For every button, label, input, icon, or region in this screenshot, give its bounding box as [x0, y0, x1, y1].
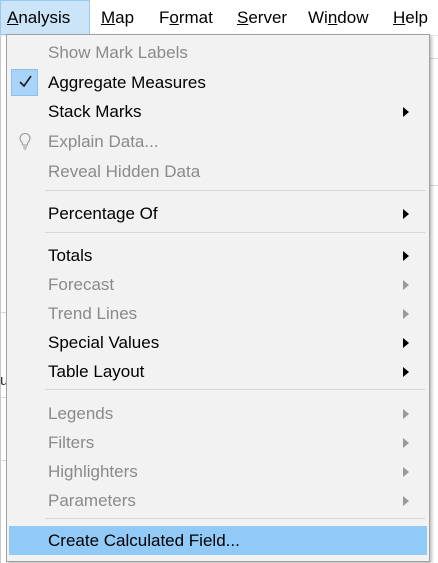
menu-item-label: Parameters — [48, 491, 136, 510]
menu-item-stack-marks[interactable]: Stack Marks — [7, 97, 429, 126]
menu-item-label: Highlighters — [48, 462, 138, 481]
menu-item-label: Filters — [48, 433, 95, 452]
submenu-arrow-icon — [403, 496, 409, 506]
submenu-arrow-icon — [403, 338, 409, 348]
menu-item-aggregate-measures[interactable]: Aggregate Measures — [7, 68, 429, 97]
menu-item-label: Stack Marks — [48, 102, 142, 121]
menu-item-percentage-of[interactable]: Percentage Of — [7, 199, 429, 228]
menu-item-highlighters[interactable]: Highlighters — [7, 457, 429, 486]
menu-item-legends[interactable]: Legends — [7, 399, 429, 428]
analysis-dropdown-menu: Show Mark Labels Aggregate Measures Stac… — [6, 34, 430, 562]
background-border — [0, 35, 1, 563]
menu-item-table-layout[interactable]: Table Layout — [7, 357, 429, 386]
menu-separator — [45, 518, 425, 519]
lightbulb-icon — [19, 132, 31, 150]
menu-separator — [45, 389, 425, 390]
menu-item-label: Show Mark Labels — [48, 43, 188, 62]
menubar-format[interactable]: Format — [153, 0, 219, 35]
checkmark-icon — [19, 75, 32, 88]
menu-item-totals[interactable]: Totals — [7, 241, 429, 270]
menu-item-parameters[interactable]: Parameters — [7, 486, 429, 515]
menu-item-special-values[interactable]: Special Values — [7, 328, 429, 357]
menu-item-label: Create Calculated Field... — [48, 531, 240, 550]
menubar-analysis[interactable]: Analysis — [0, 0, 90, 35]
background-divider — [430, 58, 438, 59]
submenu-arrow-icon — [403, 409, 409, 419]
menu-item-label: Special Values — [48, 333, 160, 352]
submenu-arrow-icon — [403, 107, 409, 117]
menu-separator — [45, 232, 425, 233]
menubar-server[interactable]: Server — [231, 0, 293, 35]
menu-item-create-calculated-field[interactable]: Create Calculated Field... — [9, 526, 427, 555]
submenu-arrow-icon — [403, 280, 409, 290]
submenu-arrow-icon — [403, 309, 409, 319]
menubar-map[interactable]: Map — [95, 0, 140, 35]
menu-item-filters[interactable]: Filters — [7, 428, 429, 457]
checked-indicator — [11, 69, 38, 96]
menu-item-reveal-hidden-data[interactable]: Reveal Hidden Data — [7, 157, 429, 186]
menu-item-label: Percentage Of — [48, 204, 158, 223]
menu-item-show-mark-labels[interactable]: Show Mark Labels — [7, 38, 429, 67]
submenu-arrow-icon — [403, 438, 409, 448]
menubar-help[interactable]: Help — [387, 0, 434, 35]
menu-item-label: Trend Lines — [48, 304, 138, 323]
submenu-arrow-icon — [403, 209, 409, 219]
menubar-window[interactable]: Window — [302, 0, 374, 35]
menu-item-label: Aggregate Measures — [48, 73, 206, 92]
menu-item-label: Table Layout — [48, 362, 145, 381]
menu-item-label: Totals — [48, 246, 93, 265]
menu-bar: Analysis Map Format Server Window Help — [0, 0, 438, 36]
menu-item-trend-lines[interactable]: Trend Lines — [7, 299, 429, 328]
background-divider — [430, 185, 438, 186]
menu-item-label: Legends — [48, 404, 114, 423]
submenu-arrow-icon — [403, 367, 409, 377]
menu-item-label: Reveal Hidden Data — [48, 162, 201, 181]
menu-item-label: Forecast — [48, 275, 115, 294]
submenu-arrow-icon — [403, 251, 409, 261]
submenu-arrow-icon — [403, 467, 409, 477]
menu-item-label: Explain Data... — [48, 132, 159, 151]
menu-item-forecast[interactable]: Forecast — [7, 270, 429, 299]
menu-separator — [45, 190, 425, 191]
menu-item-explain-data[interactable]: Explain Data... — [7, 127, 429, 156]
